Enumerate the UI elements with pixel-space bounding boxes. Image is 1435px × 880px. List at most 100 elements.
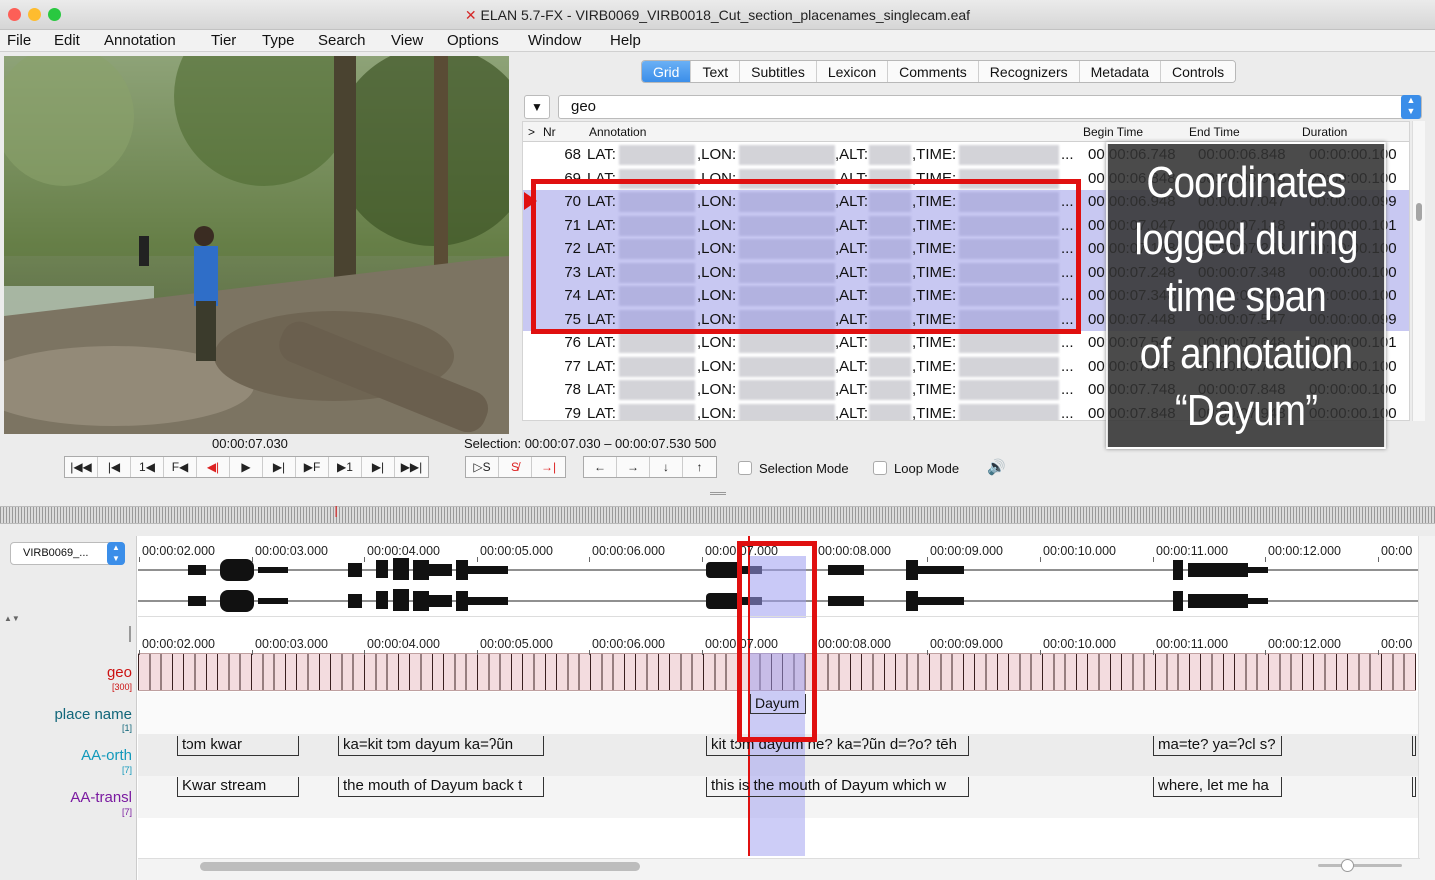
annotation-orth[interactable]: tɔm kwar: [177, 736, 299, 756]
play-button[interactable]: ▶: [230, 457, 263, 477]
tier-menu-button[interactable]: ▼: [524, 95, 550, 119]
grid-cell-lat: LAT:: [587, 146, 616, 163]
previous-frame-button[interactable]: |◀: [98, 457, 131, 477]
menu-edit[interactable]: Edit: [54, 32, 80, 49]
tier-label-aa-transl[interactable]: AA-transl: [70, 789, 132, 806]
forward-frame-button[interactable]: ▶F: [296, 457, 329, 477]
annotation-transl[interactable]: the mouth of Dayum back t: [338, 777, 544, 797]
menu-tier[interactable]: Tier: [211, 32, 236, 49]
annotation-transl[interactable]: Kwar stream: [177, 777, 299, 797]
annotation-transl-edge[interactable]: [1412, 777, 1416, 797]
tier-label-geo[interactable]: geo: [107, 664, 132, 681]
tab-text[interactable]: Text: [691, 61, 741, 82]
tier-label-aa-orth[interactable]: AA-orth: [81, 747, 132, 764]
redacted-value: [959, 403, 1059, 420]
grid-scroll-thumb[interactable]: [1416, 203, 1422, 221]
forward-one-second-button[interactable]: ▶1: [329, 457, 362, 477]
resize-handle[interactable]: [129, 626, 131, 642]
timeline-vscroll[interactable]: [1418, 536, 1435, 880]
tick-mark: [139, 557, 140, 562]
annotation-orth[interactable]: ka=kit tɔm dayum ka=ʔũn: [338, 736, 544, 756]
media-file-select[interactable]: VIRB0069_... ▲ ▼: [10, 542, 125, 565]
grid-header-duration[interactable]: Duration: [1302, 125, 1347, 139]
redacted-value: [739, 356, 835, 377]
loop-mode-checkbox[interactable]: [873, 461, 887, 475]
annotation-transl[interactable]: where, let me ha: [1153, 777, 1282, 797]
menu-options[interactable]: Options: [447, 32, 499, 49]
menu-annotation[interactable]: Annotation: [104, 32, 176, 49]
grid-header-nr[interactable]: Nr: [543, 125, 556, 139]
tab-subtitles[interactable]: Subtitles: [740, 61, 817, 82]
redacted-value: [619, 403, 695, 420]
resize-arrows-icon[interactable]: ▲▼: [4, 614, 20, 623]
waveform-tick-label: 00:00:08.000: [818, 544, 891, 558]
selection-boundary-button[interactable]: →|: [532, 457, 565, 477]
grid-cell-time: ,TIME:: [912, 146, 957, 163]
go-to-end-button[interactable]: ▶▶|: [395, 457, 428, 477]
arrow-left-icon[interactable]: ←: [584, 457, 617, 477]
tier-select[interactable]: geo ▲ ▼: [558, 95, 1422, 119]
menu-file[interactable]: File: [7, 32, 31, 49]
grid-scrollbar[interactable]: [1412, 121, 1425, 421]
annotation-orth-edge[interactable]: [1412, 736, 1416, 756]
redacted-value: [869, 356, 911, 377]
tab-recognizers[interactable]: Recognizers: [978, 61, 1080, 82]
arrow-up-icon[interactable]: ↑: [683, 457, 716, 477]
waveform-tick-label: 00:00:12.000: [1268, 544, 1341, 558]
tier-label-place-name[interactable]: place name: [54, 706, 132, 723]
highlight-box-dayum: [737, 541, 817, 742]
play-selection-button[interactable]: ▷S: [466, 457, 499, 477]
redacted-value: [619, 356, 695, 377]
next-boundary-button[interactable]: ▶|: [263, 457, 296, 477]
tick-mark: [1378, 650, 1379, 655]
timeline-hscroll-thumb[interactable]: [200, 862, 640, 871]
back-frame-button[interactable]: F◀: [164, 457, 197, 477]
go-to-begin-button[interactable]: |◀◀: [65, 457, 98, 477]
grid-cell-nr: 76: [564, 334, 581, 351]
tab-grid[interactable]: Grid: [642, 61, 692, 82]
previous-boundary-button[interactable]: ◀|: [197, 457, 230, 477]
grid-cell-nr: 77: [564, 357, 581, 375]
grid-header-annotation[interactable]: Annotation: [589, 125, 646, 139]
menu-type[interactable]: Type: [262, 32, 295, 49]
menu-help[interactable]: Help: [610, 32, 641, 49]
tab-metadata[interactable]: Metadata: [1079, 61, 1161, 82]
menu-view[interactable]: View: [391, 32, 423, 49]
window-title: ✕ ELAN 5.7-FX - VIRB0069_VIRB0018_Cut_se…: [464, 7, 971, 23]
zoom-slider[interactable]: [1318, 864, 1402, 867]
speaker-icon[interactable]: 🔊: [987, 458, 1006, 476]
tab-comments[interactable]: Comments: [888, 61, 979, 82]
clear-selection-button[interactable]: S̸: [499, 457, 532, 477]
grid-header-end-time[interactable]: End Time: [1189, 125, 1240, 139]
grid-cell-more: ...: [1061, 357, 1074, 375]
grid-header-begin-time[interactable]: Begin Time: [1083, 125, 1143, 139]
selection-mode-checkbox[interactable]: [738, 461, 752, 475]
tick-mark: [1265, 650, 1266, 655]
overview-ruler[interactable]: [0, 506, 1435, 524]
menu-search[interactable]: Search: [318, 32, 366, 49]
waveform-tick-label: 00:00:11.000: [1156, 544, 1229, 558]
tab-controls[interactable]: Controls: [1161, 61, 1236, 82]
video-viewer[interactable]: [4, 56, 509, 434]
annotation-tick-label: 00:00:12.000: [1268, 637, 1341, 651]
annotation-tick-label: 00:00:11.000: [1156, 637, 1229, 651]
tab-lexicon[interactable]: Lexicon: [816, 61, 889, 82]
menu-window[interactable]: Window: [528, 32, 581, 49]
arrow-down-icon[interactable]: ↓: [650, 457, 683, 477]
annotation-orth[interactable]: ma=te? ya=ʔcl s?: [1153, 736, 1282, 756]
split-pane-divider[interactable]: [710, 492, 726, 495]
zoom-slider-thumb[interactable]: [1341, 859, 1354, 872]
arrow-right-icon[interactable]: →: [617, 457, 650, 477]
redacted-value: [959, 333, 1059, 353]
next-frame-button[interactable]: ▶|: [362, 457, 395, 477]
grid-cell-alt: ,ALT:: [835, 381, 869, 398]
highlight-box-coordinates: [531, 179, 1081, 334]
timeline-viewer[interactable]: VIRB0069_... ▲ ▼ ▲▼ geo [300] place name …: [0, 536, 1435, 880]
grid-cell-alt: ,ALT:: [835, 357, 869, 375]
tick-mark: [927, 650, 928, 655]
back-one-second-button[interactable]: 1◀: [131, 457, 164, 477]
annotation-transl[interactable]: this is the mouth of Dayum which w: [706, 777, 969, 797]
waveform-tick-label: 00:00:04.000: [367, 544, 440, 558]
navigation-controls: ← → ↓ ↑: [583, 456, 717, 478]
grid-cell-nr: 79: [564, 404, 581, 421]
